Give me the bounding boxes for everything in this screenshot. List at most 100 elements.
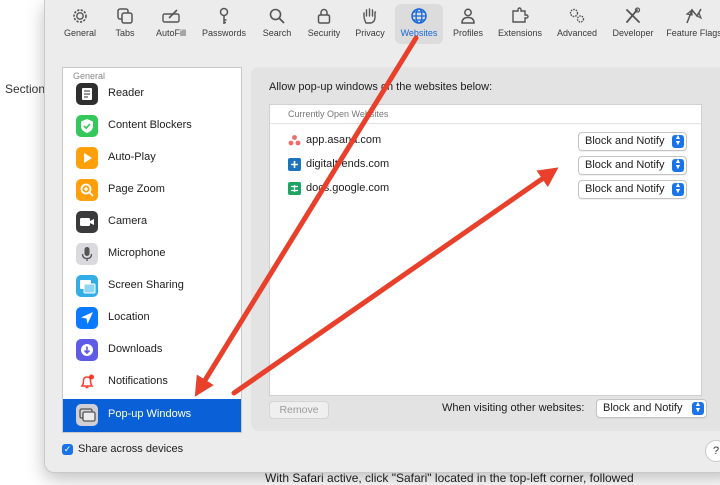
toolbar-passwords[interactable]: Passwords — [199, 4, 249, 44]
website-row[interactable]: app.asana.com Block and Notify ▲ ▼ — [270, 129, 701, 153]
sidebar-item-label: Camera — [108, 215, 148, 227]
sidebar-item-label: Auto-Play — [108, 151, 156, 163]
website-name: digitaltrends.com — [306, 158, 390, 170]
bell-icon — [76, 371, 98, 393]
puzzle-icon — [493, 4, 547, 26]
safari-settings-window: General Tabs AutoFill Passwords Search S… — [44, 0, 720, 473]
sidebar-item-content-blockers[interactable]: Content Blockers — [63, 110, 241, 142]
toolbar-label: Advanced — [556, 28, 598, 38]
sidebar-item-label: Screen Sharing — [108, 279, 184, 291]
chevron-updown-icon: ▲ ▼ — [672, 134, 684, 148]
toolbar-general[interactable]: General — [59, 4, 101, 44]
key-icon — [199, 4, 249, 26]
other-websites-label: When visiting other websites: — [442, 402, 585, 414]
toolbar-label: Developer — [612, 28, 654, 38]
toolbar-label: Websites — [400, 28, 438, 38]
toolbar-label: Tabs — [115, 28, 135, 38]
chevron-updown-icon: ▲ ▼ — [672, 182, 684, 196]
sidebar-item-downloads[interactable]: Downloads — [63, 334, 241, 366]
sidebar-item-reader[interactable]: Reader — [63, 78, 241, 110]
select-value: Block and Notify — [585, 135, 665, 147]
toolbar-privacy[interactable]: Privacy — [351, 4, 389, 44]
lock-icon — [303, 4, 345, 26]
other-websites-select[interactable]: Block and Notify ▲ ▼ — [596, 399, 707, 418]
select-value: Block and Notify — [603, 402, 683, 414]
toolbar-extensions[interactable]: Extensions — [493, 4, 547, 44]
sidebar-item-pop-up-windows[interactable]: Pop-up Windows — [63, 399, 241, 432]
sidebar-item-camera[interactable]: Camera — [63, 206, 241, 238]
help-button[interactable]: ? — [705, 440, 720, 462]
toolbar-security[interactable]: Security — [303, 4, 345, 44]
websites-list: Currently Open Websites app.asana.com Bl… — [269, 104, 702, 396]
website-row[interactable]: digitaltrends.com Block and Notify ▲ ▼ — [270, 153, 701, 177]
website-row[interactable]: docs.google.com Block and Notify ▲ ▼ — [270, 177, 701, 201]
select-value: Block and Notify — [585, 159, 665, 171]
settings-toolbar: General Tabs AutoFill Passwords Search S… — [45, 0, 720, 48]
websites-sidebar: General Reader Content Blockers Auto-Pla… — [62, 67, 242, 433]
toolbar-label: AutoFill — [155, 28, 186, 38]
sidebar-item-label: Content Blockers — [108, 119, 192, 131]
popup-settings-panel: Allow pop-up windows on the websites bel… — [251, 67, 720, 431]
toolbar-feature-flags[interactable]: Feature Flags — [663, 4, 720, 44]
select-value: Block and Notify — [585, 183, 665, 195]
panel-title: Allow pop-up windows on the websites bel… — [269, 81, 493, 93]
sidebar-item-label: Downloads — [108, 343, 163, 355]
tools-icon — [607, 4, 659, 26]
chevron-updown-icon: ▲ ▼ — [672, 158, 684, 172]
screen-sharing-icon — [76, 275, 98, 297]
toolbar-profiles[interactable]: Profiles — [449, 4, 487, 44]
toolbar-tabs[interactable]: Tabs — [107, 4, 143, 44]
sidebar-item-label: Notifications — [108, 375, 168, 387]
sidebar-item-label: Reader — [108, 87, 145, 99]
downloads-icon — [76, 339, 98, 361]
sidebar-item-label: Pop-up Windows — [108, 408, 192, 420]
google-docs-icon — [288, 182, 301, 195]
page-left-text: Section — [5, 82, 46, 96]
zoom-icon — [76, 179, 98, 201]
website-name: docs.google.com — [306, 182, 390, 194]
globe-icon — [395, 4, 443, 26]
chevron-updown-icon: ▲ ▼ — [692, 401, 704, 415]
hand-icon — [351, 4, 389, 26]
toolbar-search[interactable]: Search — [257, 4, 297, 44]
toolbar-label: Search — [262, 28, 292, 38]
list-divider — [270, 123, 701, 124]
toolbar-advanced[interactable]: Advanced — [553, 4, 601, 44]
microphone-icon — [76, 243, 98, 265]
popup-policy-select[interactable]: Block and Notify ▲ ▼ — [578, 180, 687, 199]
sidebar-item-screen-sharing[interactable]: Screen Sharing — [63, 270, 241, 302]
autofill-icon — [149, 4, 193, 26]
remove-button[interactable]: Remove — [269, 401, 329, 419]
toolbar-developer[interactable]: Developer — [607, 4, 659, 44]
sidebar-item-label: Page Zoom — [108, 183, 165, 195]
toolbar-label: Feature Flags — [666, 28, 720, 38]
toolbar-label: Passwords — [201, 28, 246, 38]
toolbar-label: Extensions — [497, 28, 543, 38]
flags-icon — [663, 4, 720, 26]
asana-icon — [288, 134, 301, 147]
checkbox-checked-icon[interactable]: ✓ — [62, 444, 73, 455]
gear-icon — [59, 4, 101, 26]
sidebar-item-page-zoom[interactable]: Page Zoom — [63, 174, 241, 206]
sidebar-item-location[interactable]: Location — [63, 302, 241, 334]
toolbar-websites[interactable]: Websites — [395, 4, 443, 44]
location-icon — [76, 307, 98, 329]
toolbar-label: Security — [307, 28, 341, 38]
sidebar-item-label: Location — [108, 311, 150, 323]
digitaltrends-icon — [288, 158, 301, 171]
list-header: Currently Open Websites — [288, 109, 389, 119]
sidebar-item-auto-play[interactable]: Auto-Play — [63, 142, 241, 174]
sidebar-item-label: Microphone — [108, 247, 166, 259]
sidebar-item-microphone[interactable]: Microphone — [63, 238, 241, 270]
popup-policy-select[interactable]: Block and Notify ▲ ▼ — [578, 156, 687, 175]
search-icon — [257, 4, 297, 26]
content-blockers-icon — [76, 115, 98, 137]
toolbar-autofill[interactable]: AutoFill — [149, 4, 193, 44]
popup-policy-select[interactable]: Block and Notify ▲ ▼ — [578, 132, 687, 151]
camera-icon — [76, 211, 98, 233]
toolbar-label: Privacy — [355, 28, 385, 38]
person-icon — [449, 4, 487, 26]
toolbar-label: General — [63, 28, 97, 38]
sidebar-item-notifications[interactable]: Notifications — [63, 366, 241, 398]
popup-windows-icon — [76, 404, 98, 426]
